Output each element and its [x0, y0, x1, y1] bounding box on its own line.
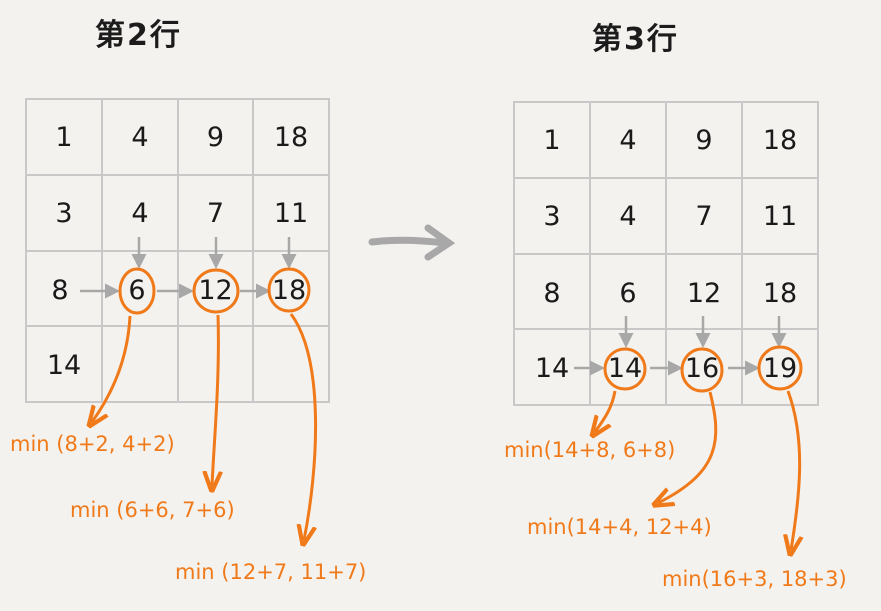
left-formula-2: min (6+6, 7+6)	[70, 498, 235, 522]
left-cell-r2c3: 7	[206, 198, 225, 229]
right-cell-r1c2: 4	[619, 125, 637, 156]
left-cell-r1c4: 18	[273, 122, 309, 153]
right-cell-r2c4: 11	[762, 201, 798, 232]
left-cell-r1c1: 1	[55, 122, 73, 153]
left-cell-r2c1: 3	[55, 198, 73, 229]
right-cell-r4c3: 16	[684, 353, 720, 384]
right-cell-r1c1: 1	[543, 125, 561, 156]
transition-arrow	[368, 224, 456, 261]
left-cell-r4c1: 14	[46, 350, 82, 381]
left-cell-r3c4: 18	[271, 275, 307, 306]
right-cell-r3c2: 6	[619, 278, 637, 309]
left-cell-r1c3: 9	[206, 122, 225, 153]
left-formula-3: min (12+7, 11+7)	[175, 560, 367, 584]
left-cell-r3c2: 6	[128, 275, 146, 306]
left-cell-r3c3: 12	[198, 275, 233, 306]
left-cell-r3c1: 8	[51, 275, 69, 306]
right-cell-r3c1: 8	[543, 278, 561, 309]
right-cell-r1c3: 9	[695, 125, 713, 156]
right-cell-r3c4: 18	[762, 278, 798, 309]
left-cell-r1c2: 4	[131, 122, 149, 153]
right-cell-r2c2: 4	[619, 201, 637, 232]
right-formula-2: min(14+4, 12+4)	[527, 515, 712, 539]
left-cell-r2c4: 11	[273, 198, 309, 229]
left-formula-1: min (8+2, 4+2)	[10, 432, 175, 456]
right-cell-r4c2: 14	[607, 353, 643, 384]
diagram-canvas: 第2行 第3行 1 4 9 18 3 4 7 11 8 6 12 18 14 1…	[0, 0, 881, 611]
left-cell-r2c2: 4	[131, 198, 149, 229]
right-cell-r1c4: 18	[762, 125, 798, 156]
right-cell-r4c1: 14	[534, 353, 570, 384]
right-cell-r4c4: 19	[762, 353, 798, 384]
right-down-arrows	[618, 316, 787, 348]
right-formula-1: min(14+8, 6+8)	[504, 438, 676, 462]
right-cell-r3c3: 12	[686, 278, 722, 309]
right-cell-r2c1: 3	[543, 201, 561, 232]
right-cell-r2c3: 7	[695, 201, 713, 232]
right-formula-3: min(16+3, 18+3)	[662, 567, 847, 591]
